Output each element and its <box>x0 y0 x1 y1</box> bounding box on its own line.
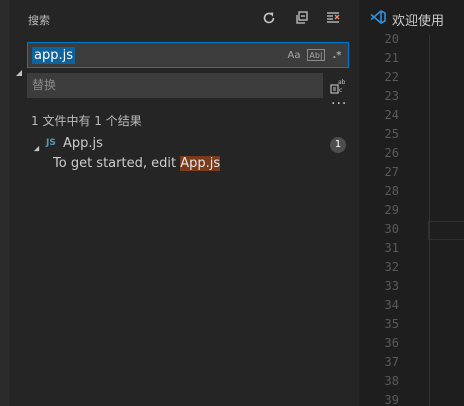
match-case-icon[interactable]: Aa <box>286 47 302 63</box>
line-number: 31 <box>384 241 399 255</box>
match-prefix: To get started, edit <box>53 156 181 171</box>
match-highlight: App.js <box>180 156 221 171</box>
line-number: 27 <box>384 165 399 179</box>
whole-word-icon[interactable]: Ab| <box>307 49 325 61</box>
expanded-chevron-icon[interactable] <box>33 141 40 152</box>
line-number: 39 <box>384 393 399 406</box>
result-count-badge: 1 <box>330 137 346 153</box>
svg-text:ab: ab <box>338 79 345 86</box>
line-number: 33 <box>384 279 399 293</box>
search-sidebar: 搜索 app.js Aa Ab| .* abc ··· 1 文件中有 1 个结果… <box>9 0 368 406</box>
line-number: 24 <box>384 108 399 122</box>
line-number: 36 <box>384 336 399 350</box>
activity-bar-edge <box>0 0 9 406</box>
replace-toggle-icon[interactable] <box>15 66 23 76</box>
line-number: 21 <box>384 51 399 65</box>
line-number: 35 <box>384 317 399 331</box>
tab-bar: 欢迎使用 <box>359 0 464 35</box>
search-input[interactable]: app.js Aa Ab| .* <box>27 42 349 68</box>
replace-all-icon[interactable]: ab c <box>329 78 346 94</box>
match-line: To get started, edit App.js <box>53 156 221 171</box>
line-number: 29 <box>384 203 399 217</box>
line-number: 26 <box>384 146 399 160</box>
vscode-logo-icon <box>370 10 386 24</box>
tab-welcome[interactable]: 欢迎使用 <box>359 0 464 35</box>
regex-icon[interactable]: .* <box>330 47 344 63</box>
line-number: 23 <box>384 89 399 103</box>
line-number: 32 <box>384 260 399 274</box>
result-file-name: App.js <box>63 136 103 151</box>
line-number: 30 <box>384 222 399 236</box>
replace-field[interactable] <box>27 73 323 98</box>
refresh-icon[interactable] <box>260 9 278 27</box>
search-input-value[interactable]: app.js <box>32 47 75 64</box>
result-match-row[interactable]: To get started, edit App.js <box>29 156 347 174</box>
more-icon[interactable]: ··· <box>331 97 347 116</box>
svg-text:c: c <box>339 87 342 94</box>
line-number: 38 <box>384 374 399 388</box>
sidebar-header: 搜索 <box>9 0 359 36</box>
sidebar-title: 搜索 <box>28 14 50 27</box>
line-number: 25 <box>384 127 399 141</box>
editor-area: 欢迎使用 20 21 22 23 24 25 26 27 28 29 30 31 32 33 34 35 36 3… <box>359 0 464 406</box>
line-number: 20 <box>384 32 399 46</box>
clear-results-icon[interactable] <box>324 9 342 27</box>
js-file-icon: JS <box>46 138 56 148</box>
tab-label: 欢迎使用 <box>392 14 445 29</box>
line-number: 22 <box>384 70 399 84</box>
line-number: 28 <box>384 184 399 198</box>
current-line-highlight <box>428 221 464 240</box>
line-number-gutter: 20 21 22 23 24 25 26 27 28 29 30 31 32 33 34 35 36 37 38 39 <box>359 32 421 406</box>
collapse-all-icon[interactable] <box>293 9 311 27</box>
line-number: 37 <box>384 355 399 369</box>
result-summary: 1 文件中有 1 个结果 <box>31 114 142 128</box>
result-file-row[interactable]: JS App.js 1 <box>29 136 347 154</box>
replace-input[interactable] <box>32 76 312 94</box>
line-number: 34 <box>384 298 399 312</box>
